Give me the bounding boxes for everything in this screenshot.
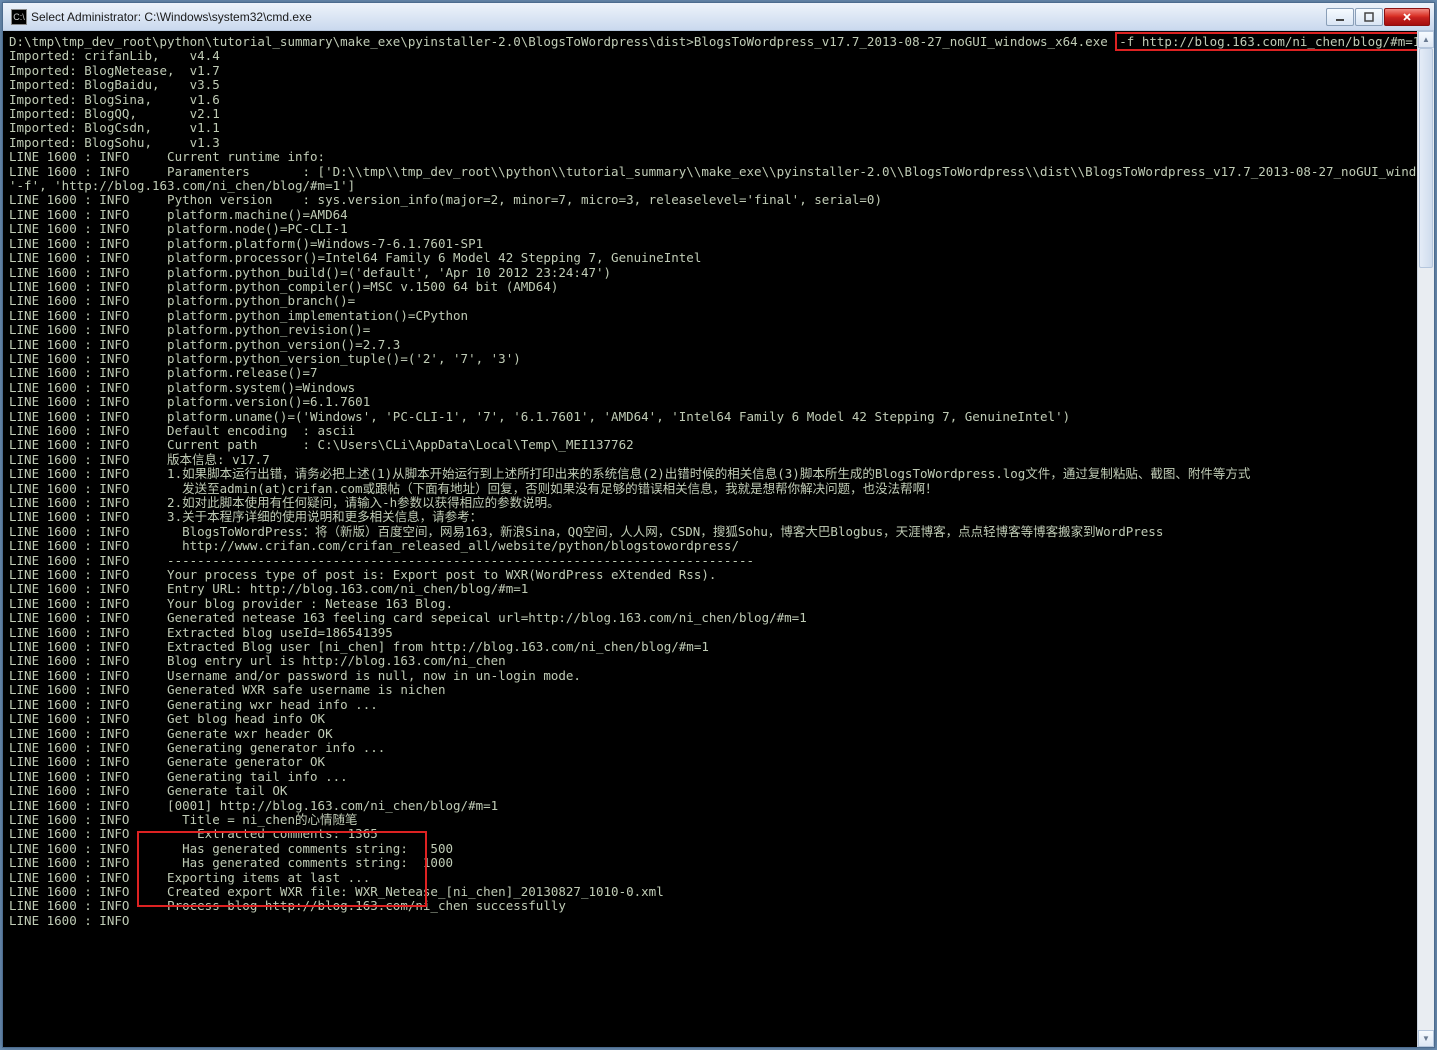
log-line: LINE 1600 : INFO Paramenters : ['D:\\tmp… (9, 165, 1411, 179)
vertical-scrollbar[interactable]: ▲ ▼ (1417, 31, 1434, 1047)
window-controls (1326, 8, 1430, 26)
log-line: LINE 1600 : INFO Python version : sys.ve… (9, 193, 1411, 207)
close-button[interactable] (1384, 8, 1430, 26)
log-line: LINE 1600 : INFO Process blog http://blo… (9, 899, 1411, 913)
import-line: Imported: BlogSina, v1.6 (9, 93, 1411, 107)
log-line: LINE 1600 : INFO Exporting items at last… (9, 871, 1411, 885)
window-title: Select Administrator: C:\Windows\system3… (31, 10, 1326, 24)
terminal-client-area: D:\tmp\tmp_dev_root\python\tutorial_summ… (3, 31, 1434, 1047)
minimize-button[interactable] (1326, 8, 1354, 26)
log-line: LINE 1600 : INFO platform.system()=Windo… (9, 381, 1411, 395)
log-line: LINE 1600 : INFO Generating tail info ..… (9, 770, 1411, 784)
log-line: LINE 1600 : INFO Current runtime info: (9, 150, 1411, 164)
log-line: LINE 1600 : INFO Generate generator OK (9, 755, 1411, 769)
log-line: LINE 1600 : INFO platform.python_branch(… (9, 294, 1411, 308)
command-args-highlight: -f http://blog.163.com/ni_chen/blog/#m=1 (1115, 32, 1417, 51)
log-line: LINE 1600 : INFO Generating wxr head inf… (9, 698, 1411, 712)
log-line: LINE 1600 : INFO Generated netease 163 f… (9, 611, 1411, 625)
log-line: LINE 1600 : INFO platform.node()=PC-CLI-… (9, 222, 1411, 236)
log-line: LINE 1600 : INFO Username and/or passwor… (9, 669, 1411, 683)
log-line: LINE 1600 : INFO platform.uname()=('Wind… (9, 410, 1411, 424)
cmd-icon: C:\ (11, 9, 27, 25)
log-line: LINE 1600 : INFO -----------------------… (9, 554, 1411, 568)
log-line: LINE 1600 : INFO 发送至admin(at)crifan.com或… (9, 482, 1411, 496)
log-line: '-f', 'http://blog.163.com/ni_chen/blog/… (9, 179, 1411, 193)
log-line: LINE 1600 : INFO platform.python_impleme… (9, 309, 1411, 323)
maximize-button[interactable] (1355, 8, 1383, 26)
scroll-up-button[interactable]: ▲ (1418, 31, 1434, 48)
prompt: D:\tmp\tmp_dev_root\python\tutorial_summ… (9, 34, 694, 49)
log-line: LINE 1600 : INFO platform.release()=7 (9, 366, 1411, 380)
log-line: LINE 1600 : INFO Has generated comments … (9, 842, 1411, 856)
log-line: LINE 1600 : INFO http://www.crifan.com/c… (9, 539, 1411, 553)
log-line: LINE 1600 : INFO Your process type of po… (9, 568, 1411, 582)
log-line: LINE 1600 : INFO [0001] http://blog.163.… (9, 799, 1411, 813)
executable-name: BlogsToWordpress_v17.7_2013-08-27_noGUI_… (694, 34, 1115, 49)
import-line: Imported: BlogSohu, v1.3 (9, 136, 1411, 150)
log-line: LINE 1600 : INFO platform.version()=6.1.… (9, 395, 1411, 409)
import-line: Imported: BlogCsdn, v1.1 (9, 121, 1411, 135)
log-line: LINE 1600 : INFO platform.python_version… (9, 352, 1411, 366)
scroll-down-button[interactable]: ▼ (1418, 1030, 1434, 1047)
log-line: LINE 1600 : INFO Current path : C:\Users… (9, 438, 1411, 452)
command-line: D:\tmp\tmp_dev_root\python\tutorial_summ… (9, 35, 1411, 49)
log-line: LINE 1600 : INFO Created export WXR file… (9, 885, 1411, 899)
import-line: Imported: crifanLib, v4.4 (9, 49, 1411, 63)
terminal-output[interactable]: D:\tmp\tmp_dev_root\python\tutorial_summ… (3, 31, 1417, 1047)
log-line: LINE 1600 : INFO Get blog head info OK (9, 712, 1411, 726)
log-line: LINE 1600 : INFO 3.关于本程序详细的使用说明和更多相关信息，请… (9, 510, 1411, 524)
log-line: LINE 1600 : INFO platform.python_revisio… (9, 323, 1411, 337)
log-line: LINE 1600 : INFO Extracted blog useId=18… (9, 626, 1411, 640)
log-line: LINE 1600 : INFO BlogsToWordPress：将（新版）百… (9, 525, 1411, 539)
log-line: LINE 1600 : INFO Generate tail OK (9, 784, 1411, 798)
log-line: LINE 1600 : INFO 1.如果脚本运行出错，请务必把上述(1)从脚本… (9, 467, 1411, 481)
scrollbar-track[interactable] (1418, 48, 1434, 1030)
log-line: LINE 1600 : INFO Generated WXR safe user… (9, 683, 1411, 697)
import-line: Imported: BlogNetease, v1.7 (9, 64, 1411, 78)
log-line: LINE 1600 : INFO platform.python_compile… (9, 280, 1411, 294)
log-line: LINE 1600 : INFO Has generated comments … (9, 856, 1411, 870)
log-line: LINE 1600 : INFO platform.python_version… (9, 338, 1411, 352)
log-line: LINE 1600 : INFO Blog entry url is http:… (9, 654, 1411, 668)
log-line: LINE 1600 : INFO 版本信息: v17.7 (9, 453, 1411, 467)
log-line: LINE 1600 : INFO platform.python_build()… (9, 266, 1411, 280)
titlebar[interactable]: C:\ Select Administrator: C:\Windows\sys… (3, 3, 1434, 31)
scrollbar-thumb[interactable] (1419, 48, 1433, 268)
log-line: LINE 1600 : INFO Extracted comments: 136… (9, 827, 1411, 841)
log-line: LINE 1600 : INFO Entry URL: http://blog.… (9, 582, 1411, 596)
log-line: LINE 1600 : INFO Default encoding : asci… (9, 424, 1411, 438)
log-line: LINE 1600 : INFO Generate wxr header OK (9, 727, 1411, 741)
log-line: LINE 1600 : INFO Title = ni_chen的心情随笔 (9, 813, 1411, 827)
cmd-window: C:\ Select Administrator: C:\Windows\sys… (2, 2, 1435, 1048)
log-line: LINE 1600 : INFO (9, 914, 1411, 928)
log-line: LINE 1600 : INFO platform.machine()=AMD6… (9, 208, 1411, 222)
import-line: Imported: BlogQQ, v2.1 (9, 107, 1411, 121)
log-line: LINE 1600 : INFO Your blog provider : Ne… (9, 597, 1411, 611)
import-line: Imported: BlogBaidu, v3.5 (9, 78, 1411, 92)
log-line: LINE 1600 : INFO platform.processor()=In… (9, 251, 1411, 265)
log-line: LINE 1600 : INFO 2.如对此脚本使用有任何疑问，请输入-h参数以… (9, 496, 1411, 510)
log-line: LINE 1600 : INFO Extracted Blog user [ni… (9, 640, 1411, 654)
log-line: LINE 1600 : INFO platform.platform()=Win… (9, 237, 1411, 251)
log-line: LINE 1600 : INFO Generating generator in… (9, 741, 1411, 755)
